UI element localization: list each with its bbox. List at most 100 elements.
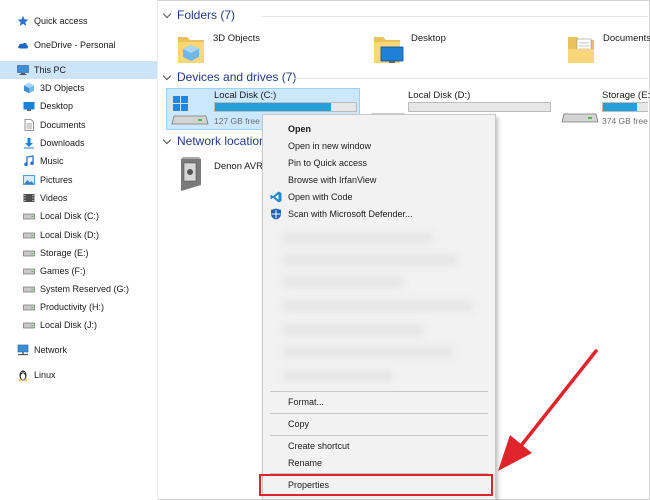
sidebar-item-label: Videos <box>40 193 68 203</box>
menu-item-label: Open <box>288 124 312 134</box>
star-icon <box>17 15 29 27</box>
menu-item-rename[interactable]: Rename <box>263 455 495 471</box>
sidebar-item-downloads[interactable]: Downloads <box>0 134 157 152</box>
sidebar-item-system-reserved-g[interactable]: System Reserved (G:) <box>0 280 157 298</box>
menu-item-pin-quick-access[interactable]: Pin to Quick access <box>263 155 495 171</box>
menu-item-open-with-code[interactable]: Open with Code <box>263 189 495 205</box>
sidebar-item-label: OneDrive - Personal <box>34 40 116 50</box>
menu-separator <box>270 435 488 436</box>
sidebar-item-local-disk-d[interactable]: Local Disk (D:) <box>0 226 157 244</box>
defender-icon <box>270 208 282 220</box>
sidebar-item-music[interactable]: Music <box>0 152 157 170</box>
network-heading: Network location <box>177 134 266 148</box>
menu-separator <box>270 391 488 392</box>
chevron-down-icon <box>163 73 171 81</box>
chevron-down-icon <box>163 11 171 19</box>
menu-item-label: Scan with Microsoft Defender... <box>288 209 413 219</box>
network-group-header[interactable]: Network location <box>163 134 266 148</box>
cube-icon <box>23 82 35 94</box>
redacted-menu-region <box>283 301 473 311</box>
drive-free-space: 127 GB free <box>214 116 260 126</box>
sidebar-item-quick-access[interactable]: Quick access <box>0 12 157 30</box>
download-icon <box>23 137 35 149</box>
redacted-menu-region <box>283 255 458 265</box>
redacted-menu-region <box>283 233 433 243</box>
menu-item-scan-defender[interactable]: Scan with Microsoft Defender... <box>263 206 495 222</box>
drive-tile-local-disk-c[interactable] <box>170 92 210 128</box>
folder-3d-icon <box>175 27 207 67</box>
menu-item-format[interactable]: Format... <box>263 394 495 410</box>
sidebar-item-label: 3D Objects <box>40 83 85 93</box>
sidebar-item-label: System Reserved (G:) <box>40 284 130 294</box>
network-icon <box>17 344 29 356</box>
properties-highlight-box <box>259 474 493 496</box>
folder-tile-documents[interactable]: Documents <box>565 27 650 67</box>
cloud-icon <box>17 39 29 51</box>
sidebar-item-onedrive[interactable]: OneDrive - Personal <box>0 36 157 54</box>
pane-divider <box>157 0 158 500</box>
sidebar-item-games-f[interactable]: Games (F:) <box>0 262 157 280</box>
sidebar-item-label: Quick access <box>34 16 88 26</box>
folder-label: Documents <box>603 33 650 44</box>
sidebar-item-local-disk-j[interactable]: Local Disk (J:) <box>0 316 157 334</box>
folder-label: Desktop <box>411 33 446 44</box>
menu-separator <box>270 413 488 414</box>
drives-heading: Devices and drives (7) <box>177 70 297 84</box>
menu-item-open[interactable]: Open <box>263 121 495 137</box>
sidebar-item-desktop[interactable]: Desktop <box>0 97 157 115</box>
windows-drive-icon <box>170 92 210 128</box>
folder-desktop-icon <box>371 27 405 67</box>
folders-heading: Folders (7) <box>177 8 236 22</box>
sidebar-item-label: Games (F:) <box>40 266 86 276</box>
drive-icon <box>23 229 35 241</box>
sidebar-item-label: Productivity (H:) <box>40 302 105 312</box>
sidebar-item-label: This PC <box>34 65 67 75</box>
menu-item-label: Pin to Quick access <box>288 158 368 168</box>
sidebar-item-label: Music <box>40 156 64 166</box>
sidebar-item-this-pc[interactable]: This PC <box>0 61 157 79</box>
sidebar-item-3d-objects[interactable]: 3D Objects <box>0 79 157 97</box>
drive-icon <box>23 283 35 295</box>
menu-item-copy[interactable]: Copy <box>263 416 495 432</box>
sidebar-item-documents[interactable]: Documents <box>0 116 157 134</box>
redacted-menu-region <box>283 347 453 357</box>
drive-tile-storage-e[interactable] <box>560 92 600 128</box>
folders-group-header[interactable]: Folders (7) <box>163 8 235 22</box>
drive-icon <box>23 247 35 259</box>
video-icon <box>23 192 35 204</box>
drive-label: Storage (E:) <box>602 90 650 101</box>
menu-item-create-shortcut[interactable]: Create shortcut <box>263 438 495 454</box>
sidebar-item-productivity-h[interactable]: Productivity (H:) <box>0 298 157 316</box>
sidebar-item-label: Downloads <box>40 138 85 148</box>
vscode-icon <box>270 191 282 203</box>
drive-usage-bar-c <box>214 102 357 112</box>
document-icon <box>23 119 35 131</box>
sidebar-item-label: Storage (E:) <box>40 248 89 258</box>
sidebar-item-pictures[interactable]: Pictures <box>0 171 157 189</box>
network-tile-denon[interactable]: Denon AVR- <box>175 155 266 195</box>
sidebar-item-storage-e[interactable]: Storage (E:) <box>0 244 157 262</box>
drive-label: Local Disk (C:) <box>214 90 277 101</box>
drive-icon <box>23 319 35 331</box>
drive-usage-bar-e <box>602 102 648 112</box>
sidebar-item-linux[interactable]: Linux <box>0 366 157 384</box>
menu-item-label: Browse with IrfanView <box>288 175 377 185</box>
sidebar-item-network[interactable]: Network <box>0 341 157 359</box>
sidebar-item-local-disk-c[interactable]: Local Disk (C:) <box>0 207 157 225</box>
folder-label: 3D Objects <box>213 33 260 44</box>
folder-tile-desktop[interactable]: Desktop <box>371 27 446 67</box>
menu-item-open-new-window[interactable]: Open in new window <box>263 138 495 154</box>
red-arrow-annotation <box>498 349 598 471</box>
redacted-menu-region <box>283 325 423 335</box>
sidebar-item-label: Local Disk (D:) <box>40 230 100 240</box>
group-divider <box>262 16 648 17</box>
drive-icon <box>23 301 35 313</box>
drives-group-header[interactable]: Devices and drives (7) <box>163 70 296 84</box>
sidebar-item-videos[interactable]: Videos <box>0 189 157 207</box>
menu-item-label: Open with Code <box>288 192 353 202</box>
music-icon <box>23 155 35 167</box>
folder-tile-3d-objects[interactable]: 3D Objects <box>175 27 260 67</box>
menu-item-browse-irfanview[interactable]: Browse with IrfanView <box>263 172 495 188</box>
menu-item-label: Rename <box>288 458 323 468</box>
drive-usage-bar-d <box>408 102 551 112</box>
